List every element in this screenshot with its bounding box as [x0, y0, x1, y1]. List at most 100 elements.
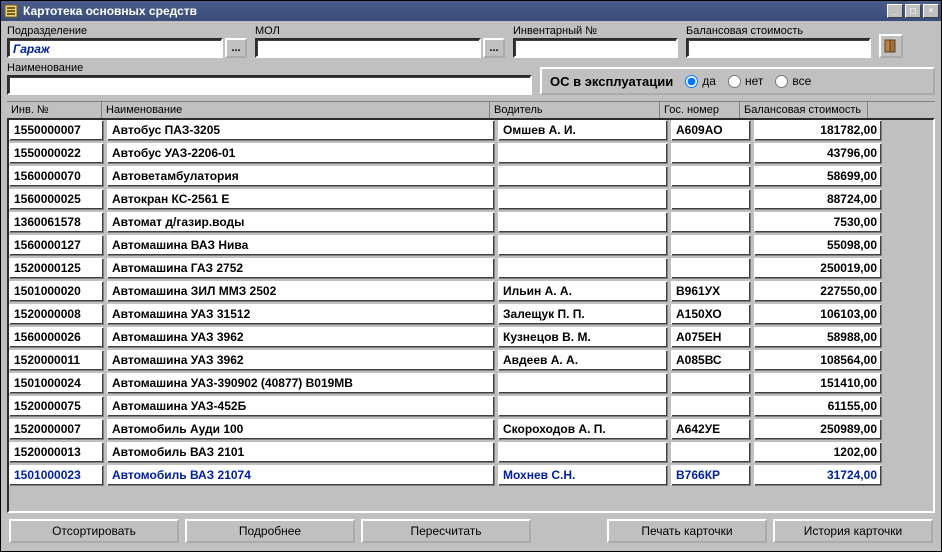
minimize-button[interactable]: _ [887, 4, 903, 18]
cell [671, 189, 751, 210]
cell: 250989,00 [754, 419, 882, 440]
cell: Автомат д/газир.воды [107, 212, 495, 233]
close-button[interactable]: × [923, 4, 939, 18]
cell [671, 442, 751, 463]
table-row[interactable]: 1560000026Автомашина УАЗ 3962Кузнецов В.… [9, 327, 933, 348]
radio-yes[interactable]: да [685, 74, 716, 88]
cell [498, 166, 668, 187]
cell: 58988,00 [754, 327, 882, 348]
cell: Автомашина УАЗ 3962 [107, 350, 495, 371]
cell: 58699,00 [754, 166, 882, 187]
cell [671, 258, 751, 279]
table-row[interactable]: 1550000022Автобус УАЗ-2206-0143796,00 [9, 143, 933, 164]
cell: 1520000007 [9, 419, 104, 440]
cell: 1550000022 [9, 143, 104, 164]
data-grid[interactable]: 1550000007Автобус ПАЗ-3205Омшев А. И.А60… [7, 118, 935, 513]
table-row[interactable]: 1520000011Автомашина УАЗ 3962Авдеев А. А… [9, 350, 933, 371]
cell: Автокран КС-2561 Е [107, 189, 495, 210]
cell [671, 235, 751, 256]
table-row[interactable]: 1501000023Автомобиль ВАЗ 21074Мохнев С.Н… [9, 465, 933, 486]
client-area: Подразделение Гараж ... МОЛ ... Инвентар… [1, 21, 941, 551]
cell: Автомашина ВАЗ Нива [107, 235, 495, 256]
name-input[interactable] [7, 75, 532, 95]
cell: Скороходов А. П. [498, 419, 668, 440]
inv-label: Инвентарный № [513, 25, 678, 37]
table-row[interactable]: 1520000008Автомашина УАЗ 31512Залещук П.… [9, 304, 933, 325]
subdivision-label: Подразделение [7, 25, 247, 37]
cell: 250019,00 [754, 258, 882, 279]
cell: Автомобиль ВАЗ 2101 [107, 442, 495, 463]
cell: Автомашина ЗИЛ ММЗ 2502 [107, 281, 495, 302]
cell: Мохнев С.Н. [498, 465, 668, 486]
cell: 31724,00 [754, 465, 882, 486]
cell: Автобус ПАЗ-3205 [107, 120, 495, 141]
table-row[interactable]: 1560000070Автоветамбулатория58699,00 [9, 166, 933, 187]
window-title: Картотека основных средств [23, 4, 887, 18]
maximize-button[interactable]: □ [905, 4, 921, 18]
recalc-button[interactable]: Пересчитать [361, 519, 531, 543]
mol-browse-button[interactable]: ... [483, 38, 505, 58]
cell [498, 143, 668, 164]
cell: 7530,00 [754, 212, 882, 233]
table-row[interactable]: 1520000075Автомашина УАЗ-452Б61155,00 [9, 396, 933, 417]
main-window: Картотека основных средств _ □ × Подразд… [0, 0, 942, 552]
cell [671, 143, 751, 164]
header-balance[interactable]: Балансовая стоимость [740, 102, 868, 118]
cell: 1202,00 [754, 442, 882, 463]
status-panel: ОС в эксплуатации да нет все [540, 67, 935, 95]
table-row[interactable]: 1560000025Автокран КС-2561 Е88724,00 [9, 189, 933, 210]
cell: В766КР [671, 465, 751, 486]
header-inv[interactable]: Инв. № [7, 102, 102, 118]
header-driver[interactable]: Водитель [490, 102, 660, 118]
table-row[interactable]: 1501000020Автомашина ЗИЛ ММЗ 2502Ильин А… [9, 281, 933, 302]
sort-button[interactable]: Отсортировать [9, 519, 179, 543]
table-row[interactable]: 1520000125Автомашина ГАЗ 2752250019,00 [9, 258, 933, 279]
table-row[interactable]: 1501000024Автомашина УАЗ-390902 (40877) … [9, 373, 933, 394]
cell: Автоветамбулатория [107, 166, 495, 187]
table-row[interactable]: 1360061578Автомат д/газир.воды 7530,00 [9, 212, 933, 233]
inv-input[interactable] [513, 38, 678, 58]
radio-all[interactable]: все [775, 74, 811, 88]
cell: 1520000011 [9, 350, 104, 371]
cell: 1560000127 [9, 235, 104, 256]
balance-input[interactable] [686, 38, 871, 58]
cell [671, 166, 751, 187]
cell: 181782,00 [754, 120, 882, 141]
header-name[interactable]: Наименование [102, 102, 490, 118]
cell [498, 212, 668, 233]
history-button[interactable]: История карточки [773, 519, 933, 543]
subdivision-input[interactable]: Гараж [7, 38, 223, 58]
table-row[interactable]: 1520000013Автомобиль ВАЗ 2101 1202,00 [9, 442, 933, 463]
details-button[interactable]: Подробнее [185, 519, 355, 543]
table-row[interactable]: 1550000007Автобус ПАЗ-3205Омшев А. И.А60… [9, 120, 933, 141]
cell: 106103,00 [754, 304, 882, 325]
cell: Автомашина УАЗ 3962 [107, 327, 495, 348]
cell [498, 258, 668, 279]
cell [498, 373, 668, 394]
cell: 1520000008 [9, 304, 104, 325]
radio-no[interactable]: нет [728, 74, 763, 88]
grid-header: Инв. № Наименование Водитель Гос. номер … [7, 101, 935, 118]
table-row[interactable]: 1520000007Автомобиль Ауди 100Скороходов … [9, 419, 933, 440]
cell: 1360061578 [9, 212, 104, 233]
cell: 1501000020 [9, 281, 104, 302]
table-row[interactable]: 1560000127Автомашина ВАЗ Нива55098,00 [9, 235, 933, 256]
cell [671, 373, 751, 394]
subdivision-browse-button[interactable]: ... [225, 38, 247, 58]
cell: 151410,00 [754, 373, 882, 394]
cell: Залещук П. П. [498, 304, 668, 325]
catalog-icon-button[interactable] [879, 34, 903, 58]
cell: А609АО [671, 120, 751, 141]
mol-label: МОЛ [255, 25, 505, 37]
cell [498, 396, 668, 417]
cell: А642УЕ [671, 419, 751, 440]
print-button[interactable]: Печать карточки [607, 519, 767, 543]
cell: 1520000013 [9, 442, 104, 463]
header-gos[interactable]: Гос. номер [660, 102, 740, 118]
mol-input[interactable] [255, 38, 481, 58]
cell [671, 212, 751, 233]
cell: Кузнецов В. М. [498, 327, 668, 348]
cell: Автомобиль Ауди 100 [107, 419, 495, 440]
cell: 1520000075 [9, 396, 104, 417]
cell: Автомобиль ВАЗ 21074 [107, 465, 495, 486]
